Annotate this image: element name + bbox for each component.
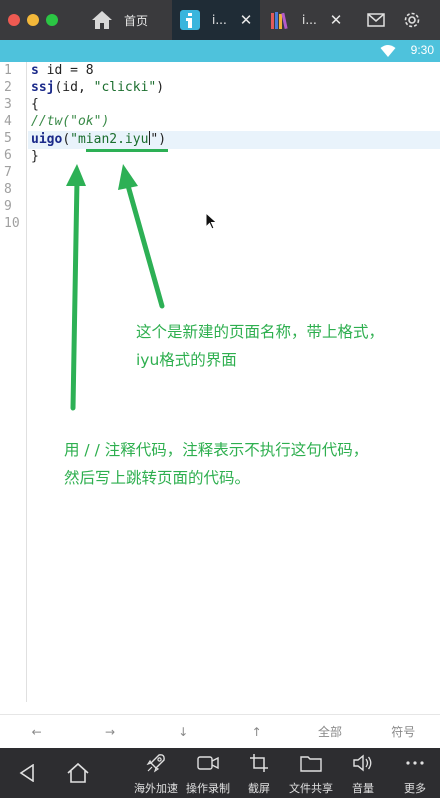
close-tab-icon[interactable]: ✕ xyxy=(328,12,344,28)
code-line-4[interactable]: //tw("ok") xyxy=(31,113,109,130)
nav-label: 文件共享 xyxy=(289,782,333,795)
code-line-5[interactable]: uigo("mian2.iyu ") xyxy=(31,131,166,148)
key-right-arrow[interactable]: → xyxy=(73,715,146,748)
line-number: 7 xyxy=(4,165,12,180)
code-line-1[interactable]: s id = 8 xyxy=(31,62,94,79)
line-number: 8 xyxy=(4,182,12,197)
more-button[interactable]: 更多 xyxy=(400,748,430,798)
close-tab-icon[interactable]: ✕ xyxy=(238,12,254,28)
screenshot-button[interactable]: 截屏 xyxy=(244,748,274,798)
home-outline-icon xyxy=(65,748,91,798)
line-number: 6 xyxy=(4,148,12,163)
annotation-page-name: 这个是新建的页面名称，带上格式， iyu格式的界面 xyxy=(136,323,385,369)
tab-home[interactable]: 首页 xyxy=(84,0,172,40)
code-editor[interactable]: 1 2 3 4 5 6 7 8 9 10 s id = 8 ssj(id, "c… xyxy=(0,62,440,712)
annotation-underline xyxy=(86,149,168,152)
volume-button[interactable]: 音量 xyxy=(348,748,378,798)
bottom-nav-bar: 海外加速 操作录制 截屏 文件共享 音量 更多 xyxy=(0,748,440,798)
status-bar: 9:30 xyxy=(0,40,440,62)
shortcut-key-bar: ← → ↓ ↑ 全部 符号 xyxy=(0,714,440,748)
settings-gear-icon[interactable] xyxy=(402,10,422,30)
line-number: 1 xyxy=(4,63,12,78)
nav-label: 更多 xyxy=(404,782,426,795)
accelerate-button[interactable]: 海外加速 xyxy=(130,748,182,798)
minimize-window-button[interactable] xyxy=(27,14,39,26)
home-icon xyxy=(90,8,114,32)
code-line-2[interactable]: ssj(id, "clicki") xyxy=(31,79,164,96)
nav-label: 操作录制 xyxy=(186,782,230,795)
more-dots-icon xyxy=(402,748,428,778)
nav-label: 音量 xyxy=(352,782,374,795)
app-i-icon xyxy=(178,8,202,32)
code-line-3[interactable]: { xyxy=(31,96,39,113)
crop-icon xyxy=(246,748,272,778)
line-number: 4 xyxy=(4,114,12,129)
line-number-gutter: 1 2 3 4 5 6 7 8 9 10 xyxy=(0,62,27,702)
line-number: 3 xyxy=(4,97,12,112)
nav-label: 截屏 xyxy=(248,782,270,795)
folder-icon xyxy=(298,748,324,778)
line-number: 5 xyxy=(4,131,12,146)
back-button[interactable] xyxy=(14,748,40,798)
tab-label: i... xyxy=(302,13,317,27)
line-number: 10 xyxy=(4,216,20,231)
home-button[interactable] xyxy=(63,748,93,798)
key-select-all[interactable]: 全部 xyxy=(293,715,366,748)
key-symbols[interactable]: 符号 xyxy=(367,715,440,748)
tab-label: i... xyxy=(212,13,227,27)
line-number: 2 xyxy=(4,80,12,95)
line-number: 9 xyxy=(4,199,12,214)
file-share-button[interactable]: 文件共享 xyxy=(285,748,337,798)
maximize-window-button[interactable] xyxy=(46,14,58,26)
tab-label: 首页 xyxy=(124,13,149,28)
key-left-arrow[interactable]: ← xyxy=(0,715,73,748)
key-down-arrow[interactable]: ↓ xyxy=(147,715,220,748)
speaker-icon xyxy=(350,748,376,778)
mail-icon[interactable] xyxy=(366,10,386,30)
close-window-button[interactable] xyxy=(8,14,20,26)
rocket-icon xyxy=(143,748,169,778)
video-camera-icon xyxy=(195,748,221,778)
mouse-pointer-icon xyxy=(205,212,218,230)
wifi-icon xyxy=(380,45,396,57)
code-line-6[interactable]: } xyxy=(31,148,39,165)
tab-editor[interactable]: i... ✕ xyxy=(172,0,260,40)
annotation-comment-explain: 用 / / 注释代码，注释表示不执行这句代码， 然后写上跳转页面的代码。 xyxy=(64,441,369,487)
app-window: 首页 i... ✕ i... ✕ 9:30 1 2 3 4 5 6 7 8 9 … xyxy=(0,0,440,798)
key-up-arrow[interactable]: ↑ xyxy=(220,715,293,748)
status-time: 9:30 xyxy=(410,43,434,57)
back-triangle-icon xyxy=(14,748,40,798)
nav-label: 海外加速 xyxy=(134,782,178,795)
title-bar: 首页 i... ✕ i... ✕ xyxy=(0,0,440,40)
record-button[interactable]: 操作录制 xyxy=(182,748,234,798)
books-icon xyxy=(268,8,292,32)
tab-library[interactable]: i... ✕ xyxy=(262,0,350,40)
